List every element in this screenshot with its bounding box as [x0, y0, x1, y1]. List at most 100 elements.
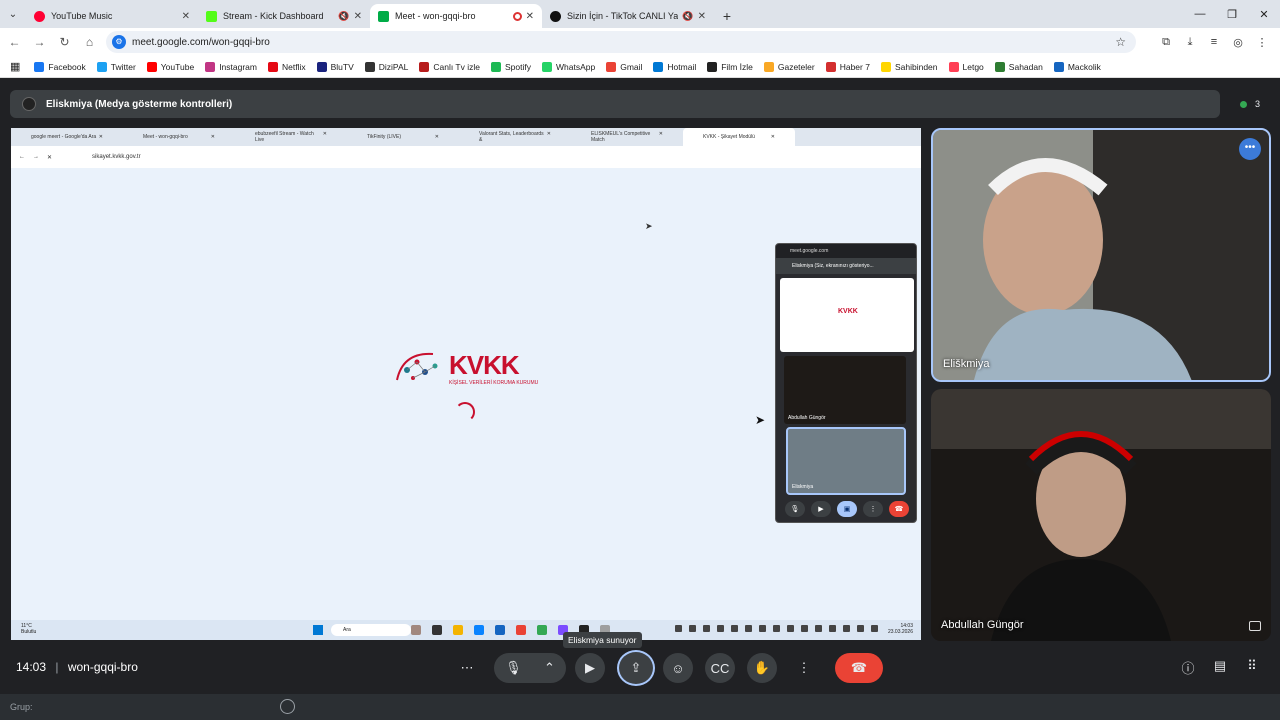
shared-tab: TikFinity (LIVE) ✕ — [347, 134, 459, 140]
bookmark-6[interactable]: DiziPAL — [364, 61, 408, 72]
bookmark-2[interactable]: YouTube — [146, 61, 195, 72]
taskbar-search: Ara — [331, 624, 411, 636]
forward-icon[interactable]: → — [27, 35, 52, 49]
more-options-button[interactable]: ⋮ — [789, 653, 819, 683]
home-icon[interactable]: ⌂ — [77, 35, 102, 49]
close-icon[interactable]: ✕ — [526, 11, 534, 22]
profile-icon[interactable]: ◎ — [1226, 28, 1250, 56]
back-icon[interactable]: ← — [2, 35, 27, 49]
menu-icon[interactable]: ⋮ — [1250, 28, 1274, 56]
bookmark-15[interactable]: Sahibinden — [880, 61, 938, 72]
youtube-music-icon — [34, 10, 45, 22]
bookmark-label: Gmail — [620, 61, 643, 72]
chevron-up-icon[interactable]: ⌃ — [544, 660, 555, 676]
mic-control[interactable]: 🎙 ⌃ — [494, 653, 566, 683]
bookmark-11[interactable]: Hotmail — [653, 61, 696, 72]
bookmark-16[interactable]: Letgo — [948, 61, 984, 72]
bookmark-12[interactable]: Film İzle — [707, 61, 753, 72]
activities-icon[interactable]: ⠿ — [1236, 658, 1268, 677]
bookmark-label: Mackolik — [1067, 61, 1101, 72]
bookmark-label: Sahibinden — [894, 61, 938, 72]
minimize-icon[interactable]: — — [1184, 0, 1216, 28]
bookmark-label: YouTube — [160, 61, 195, 72]
bookmark-3[interactable]: Instagram — [205, 61, 257, 72]
raise-hand-button[interactable]: ✋ — [747, 653, 777, 683]
bookmark-icon — [34, 61, 45, 72]
present-button[interactable]: ⇪ — [617, 650, 655, 686]
tab-search-icon[interactable]: ⌄ — [0, 0, 26, 28]
new-tab-button[interactable]: + — [714, 4, 740, 28]
bookmark-9[interactable]: WhatsApp — [541, 61, 595, 72]
close-icon: ✕ — [98, 134, 103, 140]
bookmark-0[interactable]: Facebook — [34, 61, 86, 72]
close-window-icon[interactable]: ✕ — [1248, 0, 1280, 28]
meet-control-bar: 14:03 | won-gqqi-bro ⋯ 🎙 ⌃ ▶ ⇪ ☺ CC ✋ ⋮ ☎… — [0, 646, 1280, 694]
bookmark-icon — [146, 61, 157, 72]
emoji-button[interactable]: ☺ — [663, 653, 693, 683]
more-icon: ⋮ — [863, 501, 883, 517]
shared-tab: Meet - won-gqqi-bro ✕ — [123, 134, 235, 140]
shared-tab: KVKK - Şikayet Modülü ✕ — [683, 128, 795, 146]
captions-button[interactable]: CC — [705, 653, 735, 683]
bookmark-14[interactable]: Haber 7 — [825, 61, 870, 72]
reload-icon[interactable]: ↻ — [52, 35, 77, 49]
pin-icon[interactable] — [1249, 621, 1261, 631]
participant-tile[interactable]: Abdullah Güngör — [931, 389, 1271, 641]
close-icon: ✕ — [546, 131, 551, 137]
chat-icon[interactable]: ▤ — [1204, 658, 1236, 677]
participant-count[interactable]: 3 — [1230, 90, 1270, 118]
meet-pip-window[interactable]: meet.google.com Eliskmiya (Siz, ekranını… — [775, 243, 917, 523]
bookmark-10[interactable]: Gmail — [606, 61, 643, 72]
extensions-icon[interactable]: ⧉ — [1154, 28, 1178, 56]
assistant-icon[interactable] — [280, 699, 295, 714]
bookmark-label: Haber 7 — [839, 61, 870, 72]
bookmark-1[interactable]: Twitter — [96, 61, 136, 72]
bookmark-8[interactable]: Spotify — [490, 61, 531, 72]
close-icon: ✕ — [434, 134, 439, 140]
window-controls: — ❐ ✕ — [1184, 0, 1280, 28]
bookmark-18[interactable]: Mackolik — [1053, 61, 1101, 72]
download-icon[interactable]: ⤓ — [1178, 28, 1202, 56]
bookmark-4[interactable]: Netflix — [267, 61, 306, 72]
mic-icon[interactable]: 🎙 — [505, 660, 522, 676]
tab-kick-dashboard[interactable]: Stream - Kick Dashboard 🔇 ✕ — [198, 4, 370, 28]
bookmark-5[interactable]: BluTV — [316, 61, 354, 72]
bookmark-17[interactable]: Sahadan — [994, 61, 1043, 72]
pip-screen-preview: KVKK — [780, 278, 914, 352]
bookmark-7[interactable]: Canlı Tv izle — [419, 61, 480, 72]
tab-label: Stream - Kick Dashboard — [223, 11, 324, 21]
pip-title: Eliskmiya (Siz, ekranınızı gösteriyo... — [776, 258, 916, 274]
bookmark-icon — [994, 61, 1005, 72]
kvkk-mini-logo: KVKK — [838, 308, 858, 315]
address-bar[interactable]: ⚙ meet.google.com/won-gqqi-bro ☆ — [106, 31, 1136, 53]
weather-widget: 11°C Bulutlu — [21, 623, 36, 635]
bookmark-label: Letgo — [962, 61, 984, 72]
bookmark-icon — [606, 61, 617, 72]
site-info-icon[interactable]: ⚙ — [112, 35, 126, 49]
close-icon[interactable]: ✕ — [182, 11, 190, 22]
restore-icon[interactable]: ❐ — [1216, 0, 1248, 28]
more-options-icon[interactable]: ••• — [1239, 138, 1261, 160]
tab-youtube-music[interactable]: YouTube Music ✕ — [26, 4, 198, 28]
bookmark-label: Netflix — [281, 61, 306, 72]
close-icon[interactable]: ✕ — [698, 11, 706, 22]
tab-tiktok[interactable]: Sizin İçin - TikTok CANLI Yay 🔇 ✕ — [542, 4, 714, 28]
chat-input[interactable]: Grup: — [0, 694, 1280, 720]
tab-meet[interactable]: Meet - won-gqqi-bro ✕ — [370, 4, 542, 28]
media-control-icon[interactable]: ≡ — [1202, 28, 1226, 56]
bookmark-13[interactable]: Gazeteler — [763, 61, 815, 72]
close-icon: ✕ — [658, 131, 663, 137]
presenter-controls-bar[interactable]: Eliskmiya (Medya gösterme kontrolleri) — [10, 90, 1220, 118]
more-reactions-icon[interactable]: ⋯ — [452, 653, 482, 683]
participant-tile[interactable]: ••• Eliškmiya — [931, 128, 1271, 382]
close-icon[interactable]: ✕ — [354, 11, 362, 22]
mute-icon[interactable]: 🔇 — [338, 11, 349, 22]
bookmark-star-icon[interactable]: ☆ — [1115, 35, 1126, 49]
camera-button[interactable]: ▶ — [575, 653, 605, 683]
mute-icon[interactable]: 🔇 — [682, 11, 693, 22]
leave-call-button[interactable]: ☎ — [835, 653, 883, 683]
tiktok-icon — [550, 10, 561, 22]
shared-tab-label: Meet - won-gqqi-bro — [143, 134, 188, 140]
apps-icon[interactable]: ▦ — [10, 60, 20, 73]
meeting-details-icon[interactable]: ⓘ — [1172, 658, 1204, 677]
